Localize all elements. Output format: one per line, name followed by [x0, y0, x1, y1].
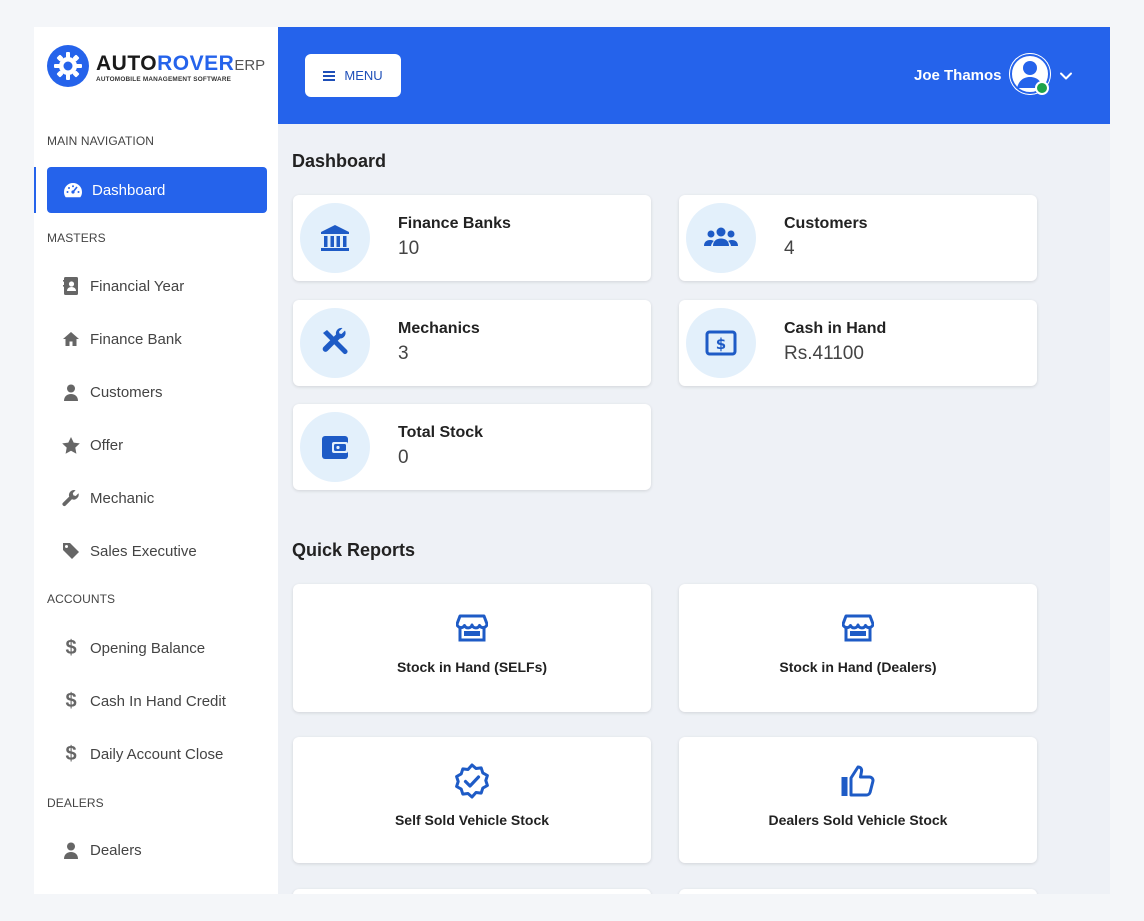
brand-suffix: ERP [234, 57, 266, 74]
sidebar-item-financial-year[interactable]: Financial Year [47, 263, 267, 309]
store-icon [838, 608, 878, 648]
menu-button[interactable]: MENU [305, 54, 401, 97]
stat-icon-wrapper [300, 308, 370, 378]
stat-label: Total Stock [398, 424, 484, 441]
masters-heading: MASTERS [47, 231, 106, 245]
sidebar-item-label: Sales Executive [90, 542, 197, 560]
user-icon [61, 840, 81, 860]
report-label: Self Sold Vehicle Stock [394, 812, 550, 828]
stat-label: Finance Banks [398, 215, 511, 232]
sidebar-item-finance-bank[interactable]: Finance Bank [47, 316, 267, 362]
dollar-icon: $ [65, 689, 77, 712]
app-shell: AUTOROVERERP AUTOMOBILE MANAGEMENT SOFTW… [34, 27, 1110, 894]
brand-tagline: AUTOMOBILE MANAGEMENT SOFTWARE [96, 76, 232, 83]
stat-icon-wrapper [300, 203, 370, 273]
wrench-icon [61, 488, 81, 508]
brand-name-part1: AUTO [96, 52, 158, 75]
report-card-partial[interactable] [679, 889, 1037, 894]
hamburger-icon [323, 70, 336, 81]
brand-name: AUTOROVERERP [96, 53, 265, 74]
stat-value: 0 [398, 447, 409, 468]
main-navigation-heading: MAIN NAVIGATION [47, 134, 155, 148]
cash-icon: $ [705, 330, 737, 356]
gear-logo-icon [47, 45, 89, 87]
online-status-indicator [1035, 81, 1049, 95]
tools-icon [322, 327, 348, 354]
contact-book-icon [61, 276, 81, 296]
sidebar-item-dashboard[interactable]: Dashboard [47, 167, 267, 213]
stat-icon-wrapper [686, 203, 756, 273]
stat-card-cash-in-hand[interactable]: $ Cash in Hand Rs.41100 [679, 300, 1037, 386]
sidebar-item-label: Customers [90, 383, 163, 401]
home-icon [61, 329, 81, 349]
group-icon [704, 227, 738, 246]
dollar-icon: $ [65, 636, 77, 659]
sidebar-item-offer[interactable]: Offer [47, 422, 267, 468]
brand-logo[interactable]: AUTOROVERERP AUTOMOBILE MANAGEMENT SOFTW… [47, 45, 269, 87]
report-card-stock-in-hand-dealers[interactable]: Stock in Hand (Dealers) [679, 584, 1037, 712]
page-title: Dashboard [292, 151, 387, 171]
report-card-self-sold-vehicle-stock[interactable]: Self Sold Vehicle Stock [293, 737, 651, 863]
report-card-stock-in-hand-selfs[interactable]: Stock in Hand (SELFs) [293, 584, 651, 712]
sidebar-item-label: Dealers [90, 841, 142, 859]
stat-label: Cash in Hand [784, 320, 887, 337]
bank-icon [321, 225, 349, 251]
report-label: Stock in Hand (SELFs) [396, 659, 548, 675]
menu-button-label: MENU [344, 68, 383, 83]
stat-value: 3 [398, 343, 409, 364]
chevron-down-icon[interactable] [1059, 69, 1073, 83]
sidebar-item-label: Financial Year [90, 277, 185, 295]
verified-badge-icon [452, 761, 492, 801]
stat-icon-wrapper [300, 412, 370, 482]
sidebar-item-label: Offer [90, 436, 124, 454]
report-label: Dealers Sold Vehicle Stock [768, 812, 948, 828]
stat-value: 10 [398, 238, 420, 259]
user-icon [61, 382, 81, 402]
main-content: Dashboard Finance Banks 10 Customers 4 M… [278, 124, 1110, 894]
thumbs-up-icon [838, 761, 878, 801]
stat-value: Rs.41100 [784, 343, 864, 364]
stat-icon-wrapper: $ [686, 308, 756, 378]
sidebar-item-dealers[interactable]: Dealers [47, 827, 267, 873]
sidebar-item-daily-account-close[interactable]: $ Daily Account Close [47, 731, 267, 777]
stat-value: 4 [784, 238, 795, 259]
sidebar-item-mechanic[interactable]: Mechanic [47, 475, 267, 521]
top-header: MENU Joe Thamos [278, 27, 1110, 124]
stat-card-finance-banks[interactable]: Finance Banks 10 [293, 195, 651, 281]
wallet-icon [322, 436, 348, 459]
sidebar-item-label: Finance Bank [90, 330, 182, 348]
sidebar-item-customers[interactable]: Customers [47, 369, 267, 415]
star-icon [61, 435, 81, 455]
stat-card-customers[interactable]: Customers 4 [679, 195, 1037, 281]
report-card-dealers-sold-vehicle-stock[interactable]: Dealers Sold Vehicle Stock [679, 737, 1037, 863]
brand-name-part2: ROVER [157, 52, 235, 75]
report-label: Stock in Hand (Dealers) [779, 659, 937, 675]
dashboard-gauge-icon [63, 180, 83, 200]
dealers-heading: DEALERS [47, 796, 104, 810]
sidebar-item-label: Mechanic [90, 489, 155, 507]
svg-text:$: $ [716, 335, 726, 353]
sidebar-item-label: Opening Balance [90, 639, 206, 657]
stat-label: Mechanics [398, 320, 480, 337]
sidebar-item-cash-in-hand-credit[interactable]: $ Cash In Hand Credit [47, 678, 267, 724]
tag-icon [61, 541, 81, 561]
dollar-icon: $ [65, 742, 77, 765]
sidebar-item-label: Cash In Hand Credit [90, 692, 226, 710]
sidebar-item-opening-balance[interactable]: $ Opening Balance [47, 625, 267, 671]
sidebar-item-label: Daily Account Close [90, 745, 224, 763]
accounts-heading: ACCOUNTS [47, 592, 116, 606]
sidebar: AUTOROVERERP AUTOMOBILE MANAGEMENT SOFTW… [34, 27, 278, 894]
sidebar-item-sales-executive[interactable]: Sales Executive [47, 528, 267, 574]
user-name[interactable]: Joe Thamos [914, 67, 1002, 84]
stat-label: Customers [784, 215, 868, 232]
active-indicator [34, 167, 36, 213]
quick-reports-title: Quick Reports [292, 540, 416, 560]
sidebar-item-label: Dashboard [92, 181, 166, 199]
report-card-partial[interactable] [293, 889, 651, 894]
store-icon [452, 608, 492, 648]
stat-card-mechanics[interactable]: Mechanics 3 [293, 300, 651, 386]
stat-card-total-stock[interactable]: Total Stock 0 [293, 404, 651, 490]
